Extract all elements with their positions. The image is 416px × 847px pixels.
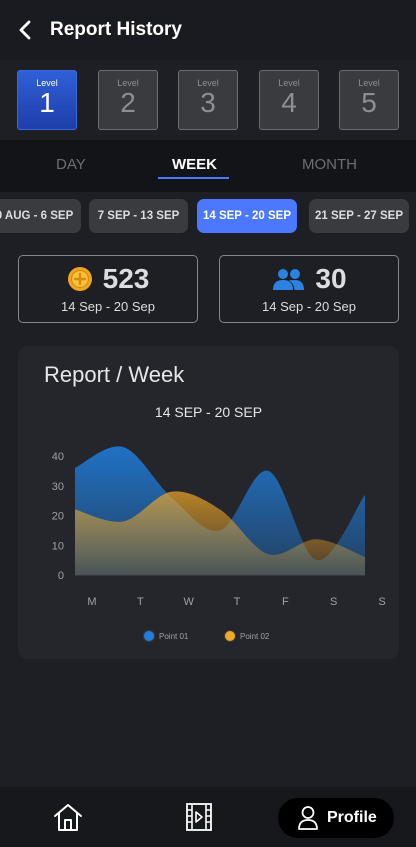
legend-label: Point 02 [240,631,270,641]
page-title: Report History [50,19,182,40]
legend-dot [224,630,236,642]
y-tick-label: 20 [52,511,64,523]
coin-icon [67,267,92,291]
week-selector: 0 AUG - 6 SEP 7 SEP - 13 SEP 14 SEP - 20… [0,192,416,242]
home-icon[interactable] [52,801,84,833]
x-tick-label: T [234,596,241,608]
level-5-button[interactable]: Level 5 [339,70,399,130]
profile-label: Profile [327,809,377,826]
x-tick-label: M [87,596,96,608]
x-tick-label: S [378,596,385,608]
level-2-button[interactable]: Level 2 [98,70,158,130]
level-number: 3 [200,87,216,118]
users-icon [273,269,305,290]
weekly-report-chart: Report / Week 14 SEP - 20 SEP 0 10 20 30 40 M… [18,346,399,659]
users-date-range: 14 Sep - 20 Sep [262,299,356,314]
level-number: 2 [120,87,136,118]
level-1-button[interactable]: Level 1 [17,70,77,130]
level-3-button[interactable]: Level 3 [178,70,238,130]
level-4-button[interactable]: Level 4 [259,70,319,130]
users-value: 30 [315,263,347,294]
tab-day[interactable]: DAY [56,156,86,173]
active-tab-indicator [158,177,229,179]
area-chart: 0 10 20 30 40 M T W T F S S [52,446,386,608]
user-icon [298,806,318,830]
film-icon[interactable] [185,801,213,833]
coins-stat-card: 523 14 Sep - 20 Sep [18,255,198,323]
coins-date-range: 14 Sep - 20 Sep [61,299,155,314]
legend-item-point-02: Point 02 [224,630,269,642]
x-tick-label: F [282,596,289,608]
level-number: 1 [39,87,55,118]
legend-label: Point 01 [159,631,189,641]
users-stat-card: 30 14 Sep - 20 Sep [219,255,399,323]
y-tick-label: 0 [58,570,64,582]
x-tick-label: W [183,596,194,608]
profile-button[interactable]: Profile [278,798,394,838]
back-arrow-icon[interactable] [14,16,38,44]
y-tick-label: 10 [52,540,64,552]
level-selector: Level 1 Level 2 Level 3 Level 4 Level 5 [0,60,416,140]
legend-dot [143,630,155,642]
level-number: 5 [361,87,377,118]
week-chip[interactable]: 21 SEP - 27 SEP [309,199,409,233]
coins-value: 523 [102,263,150,294]
period-tabs: DAY WEEK MONTH [0,140,416,192]
tab-week[interactable]: WEEK [172,156,217,173]
bottom-navigation: Profile [0,787,416,847]
legend-item-point-01: Point 01 [143,630,188,642]
level-number: 4 [281,87,297,118]
x-tick-label: S [330,596,337,608]
week-chip-active[interactable]: 14 SEP - 20 SEP [197,199,297,233]
y-tick-label: 40 [52,451,64,463]
week-chip[interactable]: 0 AUG - 6 SEP [0,199,81,233]
app-header: Report History [0,0,416,60]
tab-month[interactable]: MONTH [302,156,357,173]
x-tick-label: T [137,596,144,608]
y-tick-label: 30 [52,481,64,493]
week-chip[interactable]: 7 SEP - 13 SEP [89,199,188,233]
